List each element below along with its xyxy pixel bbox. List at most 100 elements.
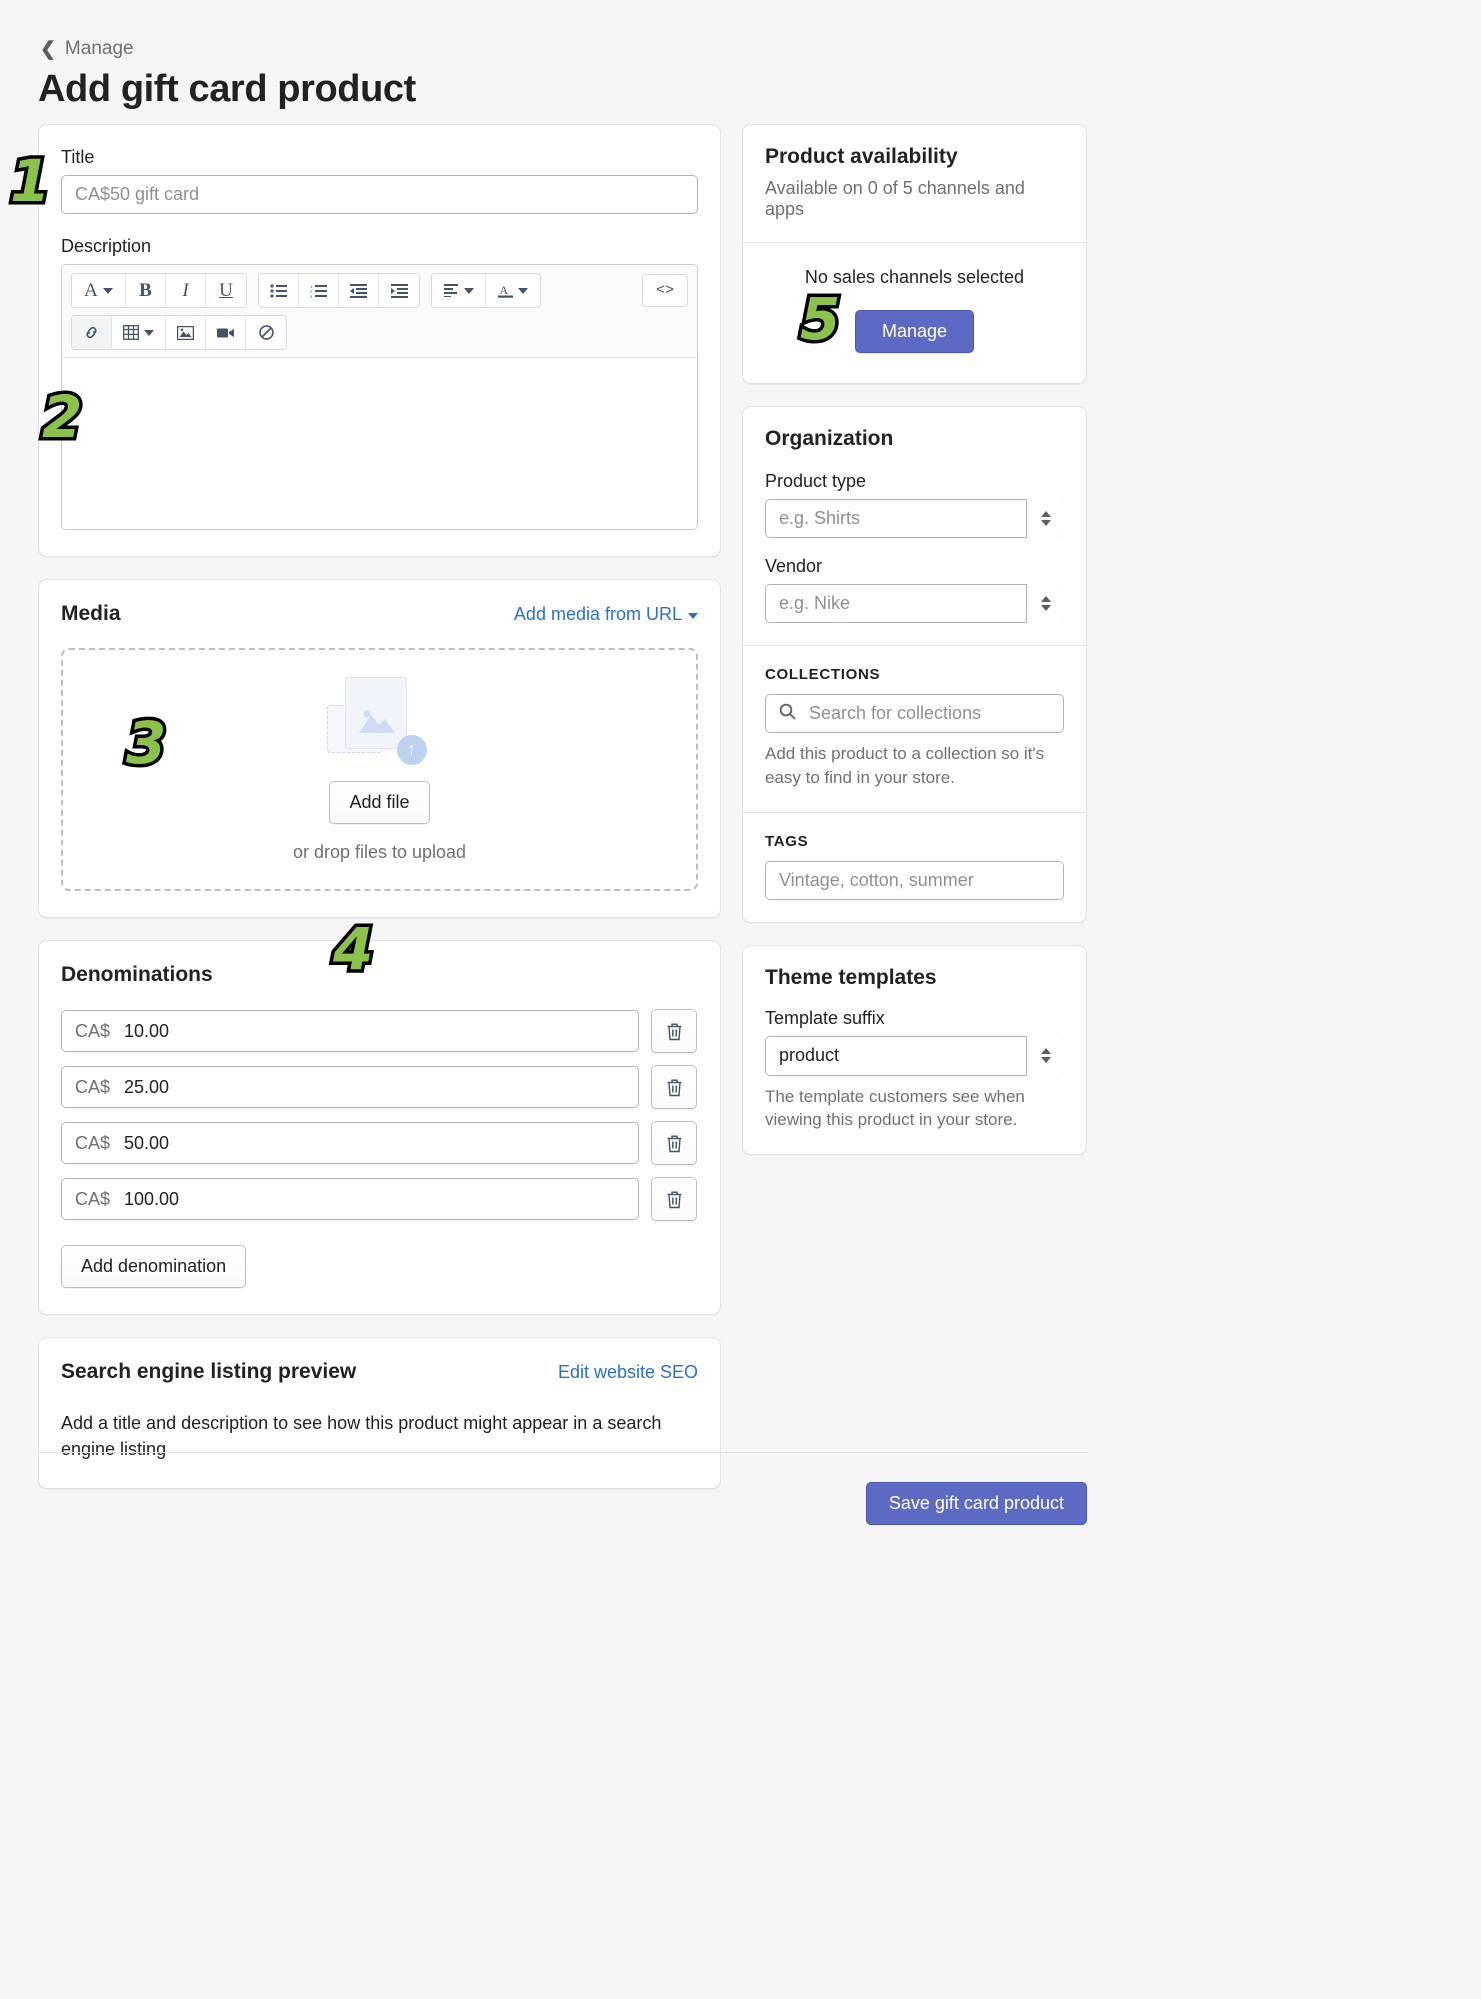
trash-icon xyxy=(667,1023,681,1040)
bold-button[interactable]: B xyxy=(126,274,166,307)
annotation-marker-2: 2 xyxy=(38,383,85,451)
outdent-button[interactable] xyxy=(339,274,379,307)
save-gift-card-product-button[interactable]: Save gift card product xyxy=(865,1482,1087,1525)
insert-image-button[interactable] xyxy=(166,316,206,349)
add-denomination-button[interactable]: Add denomination xyxy=(61,1245,247,1288)
denomination-value: 100.00 xyxy=(124,1188,180,1209)
delete-denomination-button[interactable] xyxy=(651,1009,697,1053)
annotation-marker-4: 4 xyxy=(329,915,376,983)
italic-button[interactable]: I xyxy=(166,274,206,307)
vendor-input[interactable] xyxy=(765,584,1064,623)
align-color-group: A xyxy=(431,273,541,308)
collections-helper: Add this product to a collection so it's… xyxy=(765,744,1045,787)
denomination-row: CA$ 25.00 xyxy=(61,1065,698,1109)
chevron-down-icon xyxy=(144,329,154,336)
availability-subtitle: Available on 0 of 5 channels and apps xyxy=(765,178,1025,219)
denomination-value: 10.00 xyxy=(124,1020,170,1041)
insert-link-button[interactable] xyxy=(72,316,112,349)
breadcrumb-label[interactable]: Manage xyxy=(65,38,134,60)
product-type-field[interactable] xyxy=(765,499,1064,538)
denomination-row: CA$ 100.00 xyxy=(61,1177,698,1221)
annotation-marker-1: 1 xyxy=(6,147,53,215)
theme-templates-title: Theme templates xyxy=(765,965,937,989)
annotation-marker-5: 5 xyxy=(796,285,843,353)
title-input[interactable] xyxy=(61,175,698,214)
denomination-value: 50.00 xyxy=(124,1132,170,1153)
product-type-input[interactable] xyxy=(765,499,1064,538)
align-dropdown[interactable] xyxy=(432,274,486,307)
template-suffix-select[interactable] xyxy=(765,1035,1064,1076)
edit-website-seo-link[interactable]: Edit website SEO xyxy=(558,1362,698,1383)
insert-table-dropdown[interactable] xyxy=(112,316,166,349)
font-style-dropdown[interactable]: A xyxy=(72,274,126,307)
denomination-row: CA$ 50.00 xyxy=(61,1121,698,1165)
sales-channels-empty-state: No sales channels selected Manage xyxy=(743,243,1086,383)
clear-formatting-button[interactable] xyxy=(246,316,286,349)
add-media-from-url-label: Add media from URL xyxy=(513,604,682,624)
collections-section: COLLECTIONS Add this product to a collec… xyxy=(743,646,1086,812)
description-textarea[interactable] xyxy=(62,358,697,529)
add-file-button[interactable]: Add file xyxy=(329,780,430,824)
delete-denomination-button[interactable] xyxy=(651,1121,697,1165)
indent-button[interactable] xyxy=(379,274,419,307)
list-indent-group: 123 xyxy=(258,273,420,308)
collections-search-field[interactable] xyxy=(765,694,1064,733)
bulleted-list-button[interactable] xyxy=(259,274,299,307)
stepper-arrows-icon[interactable] xyxy=(1026,499,1064,538)
svg-text:A: A xyxy=(500,283,509,297)
insert-video-button[interactable] xyxy=(206,316,246,349)
trash-icon xyxy=(667,1135,681,1152)
delete-denomination-button[interactable] xyxy=(651,1065,697,1109)
annotation-marker-3: 3 xyxy=(122,709,169,777)
main-column: Title Description A B I U xyxy=(38,124,721,1511)
denominations-title: Denominations xyxy=(61,963,213,986)
tags-caption: TAGS xyxy=(765,832,809,850)
add-media-from-url-link[interactable]: Add media from URL xyxy=(514,604,698,625)
chevron-down-icon xyxy=(688,612,698,619)
seo-preview-card: Search engine listing preview Edit websi… xyxy=(38,1337,721,1490)
stepper-arrows-icon[interactable] xyxy=(1026,1035,1064,1076)
side-column: Product availability Available on 0 of 5… xyxy=(742,124,1087,1177)
upload-arrow-icon: ↑ xyxy=(396,734,427,765)
denomination-input[interactable]: CA$ 100.00 xyxy=(61,1178,639,1220)
edit-html-button[interactable]: <> xyxy=(642,274,688,307)
sales-channels-manage-button[interactable]: Manage xyxy=(854,310,975,353)
availability-title: Product availability xyxy=(765,145,958,168)
add-gift-card-product-page: ❮ Manage Add gift card product Title Des… xyxy=(0,0,1481,1999)
collections-search-input[interactable] xyxy=(765,694,1064,733)
delete-denomination-button[interactable] xyxy=(651,1177,697,1221)
media-title: Media xyxy=(61,602,121,625)
denomination-value: 25.00 xyxy=(124,1076,170,1097)
denomination-input[interactable]: CA$ 50.00 xyxy=(61,1122,639,1164)
text-color-dropdown[interactable]: A xyxy=(486,274,540,307)
underline-button[interactable]: U xyxy=(206,274,246,307)
description-editor[interactable]: A B I U 123 A <> xyxy=(61,264,698,530)
chevron-down-icon xyxy=(463,287,474,294)
template-suffix-value[interactable] xyxy=(765,1035,1064,1076)
page-title: Add gift card product xyxy=(38,68,416,110)
tags-input[interactable] xyxy=(765,860,1064,900)
organization-title: Organization xyxy=(765,427,894,450)
stepper-arrows-icon[interactable] xyxy=(1026,584,1064,623)
vendor-label: Vendor xyxy=(765,556,823,576)
denomination-input[interactable]: CA$ 10.00 xyxy=(61,1010,639,1052)
trash-icon xyxy=(667,1079,681,1096)
title-label: Title xyxy=(61,147,95,167)
chevron-down-icon xyxy=(102,287,113,294)
seo-note: Add a title and description to see how t… xyxy=(61,1413,662,1460)
editor-toolbar: A B I U 123 A <> xyxy=(62,265,697,358)
product-availability-card: Product availability Available on 0 of 5… xyxy=(742,124,1087,384)
currency-prefix: CA$ xyxy=(75,1020,111,1041)
breadcrumb[interactable]: ❮ Manage xyxy=(40,38,134,60)
template-suffix-helper: The template customers see when viewing … xyxy=(765,1086,1025,1130)
template-suffix-label: Template suffix xyxy=(765,1007,885,1028)
organization-card: Organization Product type Vendor xyxy=(742,406,1087,923)
svg-text:3: 3 xyxy=(310,294,313,298)
chevron-down-icon xyxy=(518,287,528,294)
denomination-input[interactable]: CA$ 25.00 xyxy=(61,1066,639,1108)
upload-illustration-icon: ↑ xyxy=(326,676,433,765)
drop-files-note: or drop files to upload xyxy=(292,841,467,862)
vendor-field[interactable] xyxy=(765,584,1064,623)
editor-toolbar-row-1: A B I U 123 A <> xyxy=(71,273,688,308)
numbered-list-button[interactable]: 123 xyxy=(299,274,339,307)
